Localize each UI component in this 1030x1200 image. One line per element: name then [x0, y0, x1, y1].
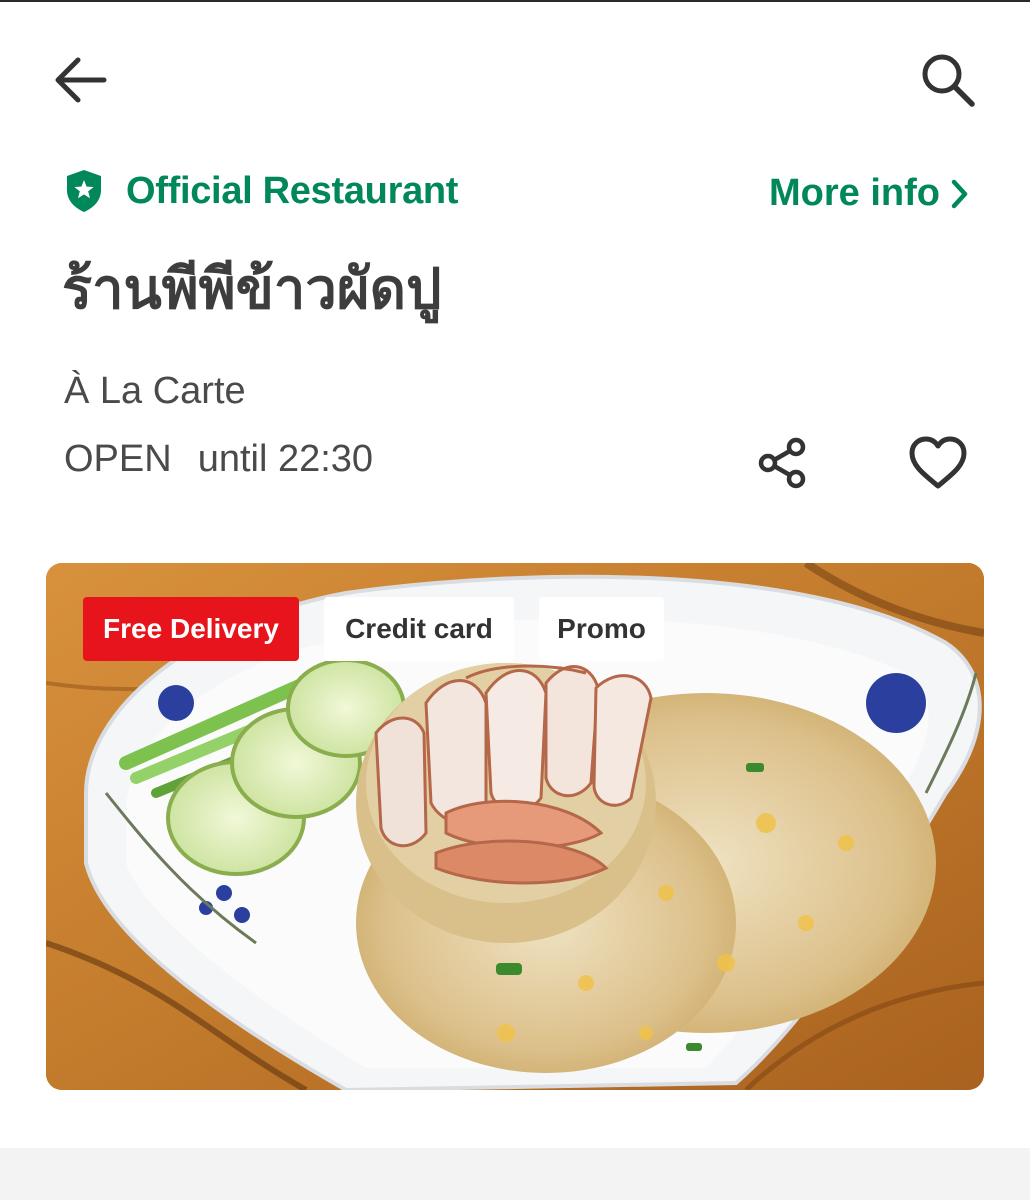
- promo-tag: Promo: [539, 597, 664, 661]
- share-icon: [758, 437, 806, 489]
- open-status: OPEN: [64, 438, 172, 480]
- search-button[interactable]: [910, 48, 986, 112]
- top-edge: [0, 0, 1030, 2]
- closing-time: until 22:30: [197, 438, 374, 480]
- more-info-label: More info: [769, 172, 940, 214]
- section-divider: [0, 1148, 1030, 1200]
- opening-hours: OPEN until 22:30: [64, 438, 373, 481]
- restaurant-category: À La Carte: [64, 370, 246, 412]
- official-restaurant-badge: Official Restaurant: [64, 168, 458, 214]
- free-delivery-tag: Free Delivery: [83, 597, 299, 661]
- back-button[interactable]: [44, 48, 116, 112]
- more-info-link[interactable]: More info: [769, 172, 970, 215]
- official-restaurant-label: Official Restaurant: [126, 169, 459, 212]
- restaurant-name: ร้านพีพีข้าวผัดปู: [62, 257, 442, 322]
- search-icon: [922, 54, 975, 107]
- shield-star-icon: [67, 170, 101, 212]
- heart-outline-icon: [909, 436, 967, 489]
- share-button[interactable]: [748, 430, 818, 496]
- arrow-left-icon: [55, 57, 107, 103]
- chevron-right-icon: [951, 179, 968, 208]
- credit-card-tag: Credit card: [324, 597, 514, 661]
- favorite-button[interactable]: [900, 428, 976, 498]
